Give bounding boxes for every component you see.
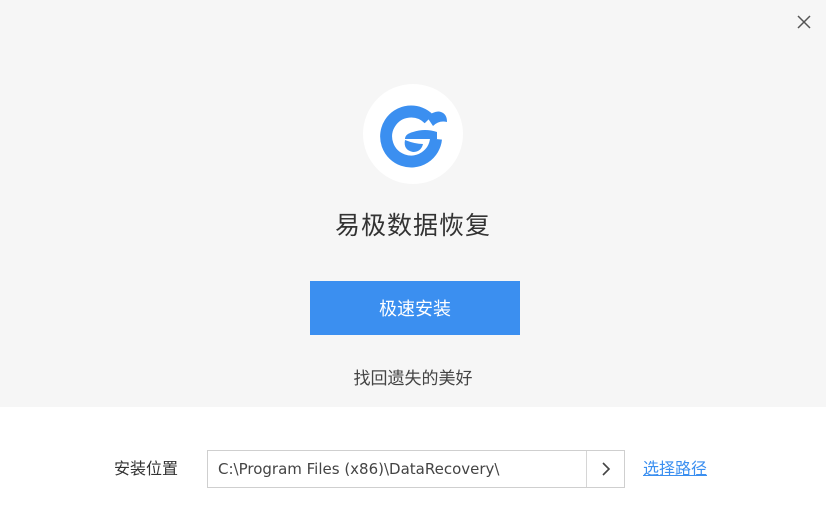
install-button[interactable]: 极速安装: [310, 281, 520, 335]
app-title: 易极数据恢复: [334, 211, 491, 240]
app-slogan: 找回遗失的美好: [353, 369, 473, 389]
close-button[interactable]: [792, 10, 816, 34]
app-logo-icon: [380, 105, 447, 168]
app-logo: [363, 84, 463, 184]
chevron-right-icon: [601, 462, 610, 476]
browse-arrow-button[interactable]: [587, 451, 624, 487]
install-path-input[interactable]: [208, 451, 586, 487]
header-panel: 易极数据恢复 极速安装 找回遗失的美好: [0, 0, 826, 407]
install-path-label: 安装位置: [114, 459, 179, 478]
install-path-box: [207, 450, 625, 488]
choose-path-link[interactable]: 选择路径: [643, 454, 707, 484]
close-icon: [797, 15, 811, 29]
